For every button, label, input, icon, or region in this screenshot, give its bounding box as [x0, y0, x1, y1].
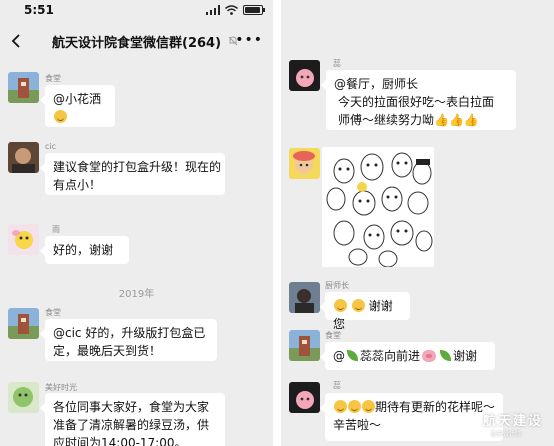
message-text: 今天的拉面很好吃～表白拉面 [338, 95, 495, 109]
avatar[interactable] [8, 308, 39, 339]
back-icon[interactable] [8, 32, 26, 50]
sender-name: 食堂 [45, 74, 61, 83]
pig-emoji-icon [422, 350, 437, 362]
sender-name: 食堂 [45, 308, 61, 317]
message-text: 有点小！ [53, 178, 102, 192]
sender-name: cic [45, 142, 57, 151]
message-text: 定，最晚后天到货！ [53, 344, 162, 358]
message-bubble[interactable]: @餐厅，厨师长 今天的拉面很好吃～表白拉面 师傅～继续努力呦👍👍👍 [321, 70, 516, 130]
smile-emoji-icon [348, 400, 361, 413]
message-text: 谢谢 [453, 349, 478, 363]
smile-emoji-icon [334, 299, 347, 312]
message-text: 准备了清凉解暑的绿豆汤，供 [53, 418, 210, 432]
message-text: 各位同事大家好，食堂为大家 [53, 400, 210, 414]
sticker-image[interactable] [322, 147, 434, 267]
signal-icon [206, 5, 220, 15]
avatar[interactable] [8, 224, 39, 255]
message-bubble[interactable]: 好的，谢谢 [40, 236, 129, 264]
sender-name: 蕊 [333, 59, 341, 68]
leaf-emoji-icon [440, 350, 452, 361]
more-options-icon[interactable]: ••• [235, 32, 263, 48]
leaf-emoji-icon [347, 350, 358, 361]
sender-name: 食堂 [325, 331, 341, 340]
avatar[interactable] [289, 60, 320, 91]
message-bubble[interactable]: 建议食堂的打包盒升级！现在的 有点小！ [40, 153, 225, 195]
status-bar: 5:51 [0, 0, 273, 20]
sender-name: 厨师长 [325, 281, 349, 290]
avatar[interactable] [289, 330, 320, 361]
message-text: @小花洒 [53, 92, 102, 106]
message-text: 师傅～继续努力呦 [338, 113, 435, 127]
chat-title: 航天设计院食堂微信群(264) [52, 36, 222, 51]
message-text: 好的，谢谢 [53, 243, 114, 257]
nav-bar: 航天设计院食堂微信群(264) ••• [0, 24, 273, 60]
wechat-logo-icon [460, 413, 480, 428]
panel-divider [273, 0, 281, 446]
smile-emoji-icon [362, 400, 375, 413]
message-bubble[interactable]: 各位同事大家好，食堂为大家 准备了清凉解暑的绿豆汤，供 应时间为14:00-17… [40, 393, 225, 446]
sender-name: 雨 [52, 225, 60, 234]
sender-name: 蕊 [333, 381, 341, 390]
smile-emoji-icon [54, 110, 67, 123]
message-bubble[interactable]: @ 蕊蕊向前进 谢谢 [320, 342, 495, 370]
watermark-subtext: 航天设计院 [491, 431, 522, 438]
sender-name: 美好时光 [45, 383, 77, 392]
message-text: 应时间为14:00-17:00。 [53, 436, 187, 446]
avatar[interactable] [289, 382, 320, 413]
chat-window-left: 5:51 航天设计院食堂微信群(264) ••• 食堂 @小花洒 cic 建议食… [0, 0, 273, 446]
smile-emoji-icon [334, 400, 347, 413]
message-text: 蕊蕊向前进 [360, 349, 421, 363]
message-bubble[interactable]: @小花洒 [40, 85, 115, 127]
status-icons [206, 5, 265, 15]
watermark-text: 航天建设 [483, 414, 544, 429]
avatar[interactable] [8, 142, 39, 173]
avatar[interactable] [8, 382, 39, 413]
watermark: 航天建设 航天设计院 [455, 408, 551, 444]
message-bubble[interactable]: @cic 好的，升级版打包盒已 定，最晚后天到货！ [40, 319, 217, 361]
wifi-icon [225, 5, 238, 15]
smile-emoji-icon [351, 299, 365, 312]
message-text: 建议食堂的打包盒升级！现在的 [53, 160, 222, 174]
avatar[interactable] [289, 148, 320, 179]
message-text: @餐厅，厨师长 [334, 77, 419, 91]
thumbs-up-emoji-icon: 👍👍👍 [434, 113, 479, 127]
time-divider: 2019年 [118, 289, 155, 300]
status-time: 5:51 [24, 3, 54, 17]
battery-icon [243, 5, 265, 15]
message-text: @cic 好的，升级版打包盒已 [53, 326, 206, 340]
message-bubble[interactable]: 谢谢您 [320, 292, 410, 331]
avatar[interactable] [8, 72, 39, 103]
avatar[interactable] [289, 282, 320, 313]
